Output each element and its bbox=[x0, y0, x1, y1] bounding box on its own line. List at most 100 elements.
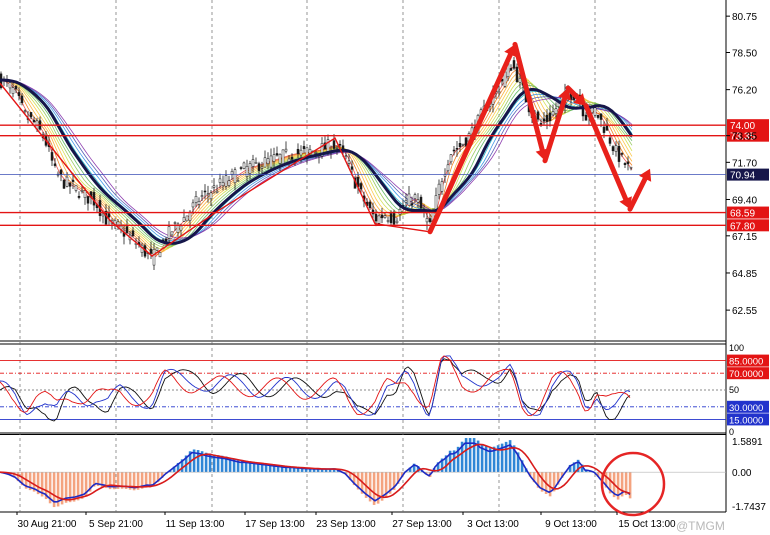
candle-body bbox=[338, 143, 342, 146]
candle-body bbox=[215, 190, 219, 193]
candle-body bbox=[227, 180, 231, 186]
candle-body bbox=[83, 190, 87, 198]
candle-body bbox=[392, 211, 396, 225]
candle-body bbox=[86, 196, 90, 204]
candle-body bbox=[425, 218, 429, 223]
time-tick-label: 3 Oct 13:00 bbox=[467, 519, 519, 530]
candle-body bbox=[623, 163, 627, 165]
candle-body bbox=[170, 231, 174, 236]
candle-body bbox=[449, 154, 453, 163]
candle-body bbox=[53, 163, 57, 166]
candle-body bbox=[254, 162, 258, 164]
candle-body bbox=[428, 218, 432, 223]
time-tick-label: 5 Sep 21:00 bbox=[89, 519, 143, 530]
candle-body bbox=[350, 166, 354, 170]
candle-body bbox=[614, 145, 618, 152]
candle-body bbox=[413, 194, 417, 199]
candle-body bbox=[206, 193, 210, 196]
candle-body bbox=[554, 108, 558, 114]
candle-body bbox=[302, 146, 306, 150]
candle-body bbox=[230, 171, 234, 175]
candle-body bbox=[620, 153, 624, 155]
candle-body bbox=[203, 190, 207, 193]
candle-body bbox=[596, 114, 600, 118]
candle-body bbox=[59, 169, 63, 175]
candle-body bbox=[437, 183, 441, 195]
histogram-tick-label: -1.7437 bbox=[732, 502, 766, 513]
candle-body bbox=[209, 192, 213, 200]
candle-body bbox=[290, 156, 294, 160]
price-tick-label: 76.20 bbox=[732, 86, 757, 97]
candle-body bbox=[8, 82, 12, 89]
candle-body bbox=[398, 208, 402, 215]
candle-body bbox=[74, 184, 78, 191]
candle-body bbox=[284, 148, 288, 152]
candle-body bbox=[194, 196, 198, 203]
oscillator-tick-label: 85.0000 bbox=[729, 357, 763, 368]
current-price-label: 70.94 bbox=[730, 171, 755, 182]
histogram-tick-label: 1.5891 bbox=[732, 437, 763, 448]
candle-body bbox=[200, 195, 204, 197]
level-label: 68.59 bbox=[730, 209, 755, 220]
candle-body bbox=[383, 215, 387, 218]
candle-body bbox=[347, 160, 351, 164]
price-tick-label: 62.55 bbox=[732, 306, 757, 317]
candle-body bbox=[617, 145, 621, 162]
candle-body bbox=[257, 163, 261, 172]
candle-body bbox=[149, 248, 153, 254]
candle-body bbox=[452, 149, 456, 152]
candle-body bbox=[197, 201, 201, 205]
oscillator-tick-label: 15.0000 bbox=[729, 415, 763, 426]
candle-body bbox=[374, 213, 378, 222]
histogram-tick-label: 0.00 bbox=[732, 468, 752, 479]
candle-body bbox=[131, 230, 135, 237]
time-tick-label: 15 Oct 13:00 bbox=[618, 519, 676, 530]
candle-body bbox=[50, 152, 54, 161]
candle-body bbox=[233, 169, 237, 184]
candle-body bbox=[515, 66, 519, 82]
candle-body bbox=[29, 112, 33, 118]
candle-body bbox=[62, 179, 66, 189]
candle-body bbox=[611, 146, 615, 152]
oscillator-tick-label: 50 bbox=[729, 385, 739, 395]
candle-body bbox=[455, 148, 459, 150]
price-tick-label: 71.70 bbox=[732, 158, 757, 169]
candle-body bbox=[275, 153, 279, 156]
candle-body bbox=[377, 215, 381, 224]
candle-body bbox=[602, 126, 606, 133]
candle-body bbox=[236, 180, 240, 182]
candle-body bbox=[344, 155, 348, 157]
candle-body bbox=[167, 226, 171, 239]
candle-body bbox=[14, 85, 18, 90]
candle-body bbox=[272, 154, 276, 162]
candle-body bbox=[218, 178, 222, 183]
time-tick-label: 27 Sep 13:00 bbox=[392, 519, 452, 530]
price-tick-label: 80.75 bbox=[732, 12, 757, 23]
level-label: 67.80 bbox=[730, 221, 755, 232]
price-tick-label: 64.85 bbox=[732, 269, 757, 280]
candle-body bbox=[182, 217, 186, 222]
candle-body bbox=[77, 195, 81, 198]
candle-body bbox=[368, 201, 372, 209]
candle-body bbox=[389, 213, 393, 224]
candle-body bbox=[545, 114, 549, 122]
time-tick-label: 9 Oct 13:00 bbox=[545, 519, 597, 530]
candle-body bbox=[407, 193, 411, 206]
candle-body bbox=[497, 90, 501, 94]
candle-body bbox=[458, 143, 462, 147]
candle-body bbox=[605, 125, 609, 131]
price-tick-label: 73.35 bbox=[732, 132, 757, 143]
candle-body bbox=[224, 175, 228, 187]
candle-body bbox=[440, 181, 444, 192]
candle-body bbox=[626, 161, 630, 165]
candle-body bbox=[263, 157, 267, 168]
candle-body bbox=[158, 252, 162, 258]
candle-body bbox=[68, 182, 72, 187]
candle-body bbox=[599, 113, 603, 120]
candle-body bbox=[32, 119, 36, 123]
candle-body bbox=[11, 87, 15, 94]
price-tick-label: 69.40 bbox=[732, 195, 757, 206]
candle-body bbox=[542, 118, 546, 122]
candle-body bbox=[548, 112, 552, 122]
candle-body bbox=[251, 159, 255, 167]
